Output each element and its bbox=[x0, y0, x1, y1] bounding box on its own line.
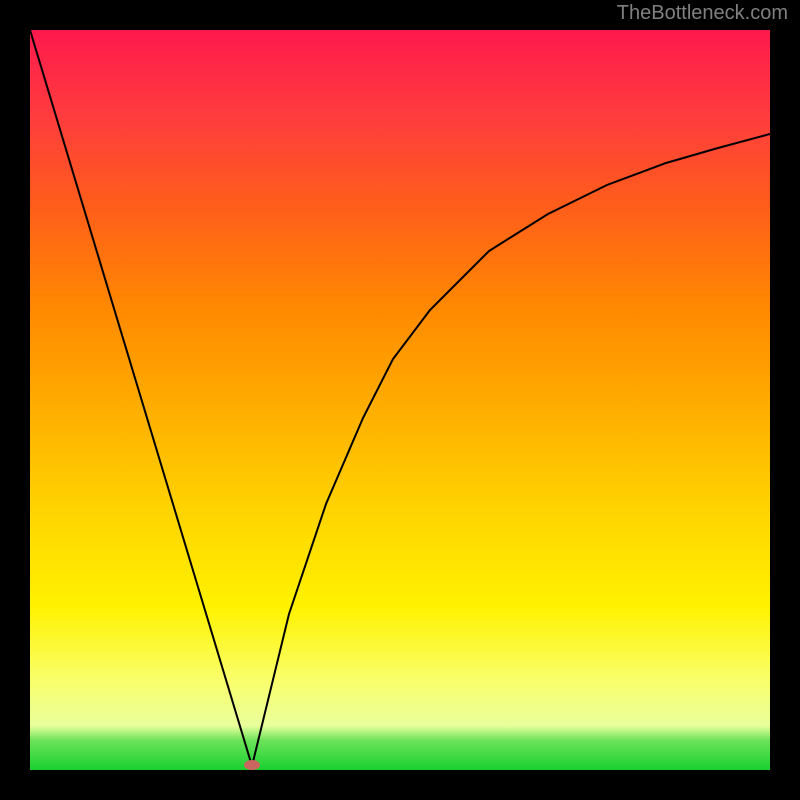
chart-type: line bbox=[0, 0, 1, 1]
chart-frame: TheBottleneck.com left-branch right-bran… bbox=[0, 0, 800, 800]
plot-area bbox=[30, 30, 770, 770]
left-branch-line bbox=[30, 30, 252, 766]
series-left-name: left-branch bbox=[0, 0, 1, 1]
watermark-text: TheBottleneck.com bbox=[617, 2, 788, 25]
curve-layer bbox=[30, 30, 770, 770]
minimum-marker-dot bbox=[244, 760, 260, 770]
right-branch-curve bbox=[252, 134, 770, 766]
series-right-name: right-branch bbox=[0, 0, 1, 1]
